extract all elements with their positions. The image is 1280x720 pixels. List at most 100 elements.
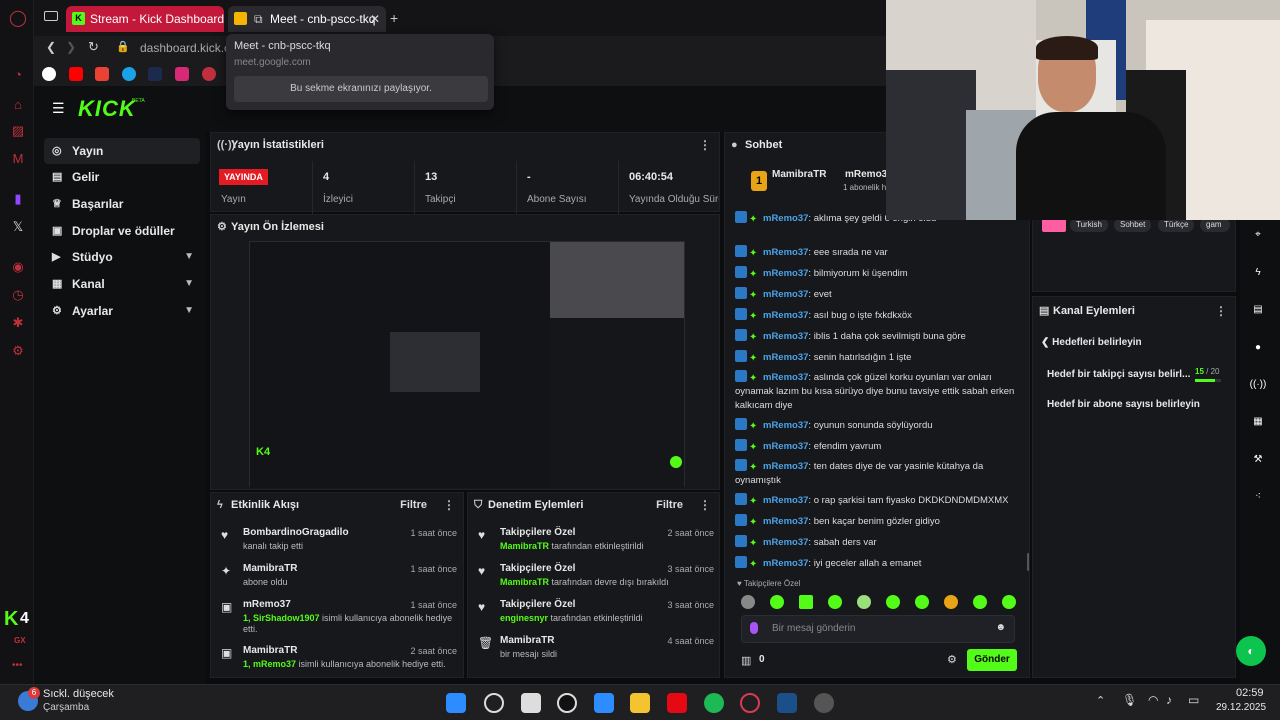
tag-pill[interactable]: Sohbet [1114,218,1152,232]
store-icon[interactable] [594,693,614,713]
list-item[interactable]: ♥ BombardinoGragadilo kanalı takip etti 1 s… [221,527,457,561]
opera-gx-taskbar-icon[interactable] [740,693,760,713]
forward-icon[interactable]: ❯ [66,40,76,54]
emote-icon[interactable] [799,595,813,609]
chat-scrollbar[interactable] [1027,553,1029,571]
list-item[interactable]: ▣ mRemo37 1, SirShadow1907 isimli kullanıc… [221,599,457,639]
emote-icon[interactable] [973,595,987,609]
opera-logo-icon[interactable]: ◯ [9,10,27,28]
broadcast-icon[interactable]: ((·)) [1247,374,1269,396]
new-tab-button[interactable]: + [390,10,398,26]
goals-back-button[interactable]: ❮ Hedefleri belirleyin [1041,337,1142,348]
emote-icon[interactable] [1002,595,1016,609]
app-taskbar-icon[interactable] [814,693,834,713]
battery-icon[interactable]: ▭ [1188,693,1199,707]
send-button[interactable]: Gönder [967,649,1017,671]
note-icon[interactable]: ▤ [1247,299,1269,321]
list-item[interactable]: 🗑 MamibraTR bir mesajı sildi 4 saat önce [478,635,714,669]
obs-icon[interactable] [557,693,577,713]
emoji-icon[interactable]: ☻ [995,622,1006,633]
ban-icon[interactable]: ▨ [9,122,27,140]
top-gifter-1[interactable]: MamibraTR [772,169,826,180]
nav-droplar[interactable]: ▣ Droplar ve ödüller [44,218,200,244]
instagram-icon[interactable] [175,67,189,81]
layers-icon[interactable]: ▦ [1247,411,1269,433]
emote-icon[interactable] [857,595,871,609]
emote-icon[interactable] [886,595,900,609]
news-icon[interactable]: ⌂ [9,96,27,114]
spotify-icon[interactable] [704,693,724,713]
speed-dial-icon[interactable]: ◔ [9,66,27,84]
twitch-icon[interactable]: ▮ [9,190,27,208]
browser-icon[interactable] [122,67,136,81]
nav-yayin[interactable]: ◎ Yayın [44,138,200,164]
google-icon[interactable] [42,67,56,81]
nav-kanal[interactable]: ▦ Kanal ▼ [44,271,200,297]
chat-bubble-icon[interactable]: ● [1247,337,1269,359]
list-item[interactable]: ♥ Takipçilere Özel MamibraTR tarafından et… [478,527,714,561]
menu-icon[interactable]: ☰ [52,100,65,117]
chat-input[interactable]: Bir mesaj gönderin ☻ [741,615,1015,643]
url-text[interactable]: dashboard.kick.c [140,41,230,55]
filter-button[interactable]: Filtre [656,493,683,517]
mic-icon[interactable] [750,622,758,634]
steam-icon[interactable] [777,693,797,713]
tab-list-icon[interactable] [44,11,58,21]
apps-icon[interactable]: ⁖ [1247,486,1269,508]
tag-pill[interactable]: Türkçe [1158,218,1195,232]
app-icon[interactable] [148,67,162,81]
nav-studyo[interactable]: ▶ Stüdyo ▼ [44,244,200,270]
scan-icon[interactable]: ⌖ [1247,224,1269,246]
nav-gelir[interactable]: ▤ Gelir [44,164,200,190]
player-icon[interactable]: ◉ [9,258,27,276]
emote-icon[interactable] [828,595,842,609]
list-item[interactable]: ▣ MamibraTR 1, mRemo37 isimli kullanıcıya … [221,645,457,677]
nav-basarilar[interactable]: ♕ Başarılar [44,191,200,217]
more-options-icon[interactable]: ⋮ [443,493,455,517]
windows-start-icon[interactable] [446,693,466,713]
tab-google-meet[interactable]: ⧉ Meet - cnb-pscc-tkq ✕ [228,6,386,32]
more-options-icon[interactable]: ⋮ [699,133,711,157]
search-icon[interactable] [484,693,504,713]
list-item[interactable]: ♥ Takipçilere Özel enginesnyr tarafından e… [478,599,714,633]
wifi-icon[interactable]: ◠ [1148,693,1158,707]
chevron-up-icon[interactable]: ⌃ [1096,694,1105,707]
nav-ayarlar[interactable]: ⚙ Ayarlar ▼ [44,298,200,324]
more-options-icon[interactable]: ⋮ [1215,299,1227,323]
file-explorer-icon[interactable] [630,693,650,713]
list-item[interactable]: ♥ Takipçilere Özel MamibraTR tarafından de… [478,563,714,597]
more-options-icon[interactable]: ⋮ [699,493,711,517]
tag-pill[interactable]: gam [1200,218,1230,232]
more-icon[interactable]: ••• [12,660,23,671]
preview-video[interactable]: K4 [249,241,685,488]
settings-icon[interactable]: ⚙ [9,342,27,360]
extensions-icon[interactable]: ✱ [9,314,27,332]
weather-title[interactable]: Sıckl. düşecek [43,688,114,700]
points-icon[interactable]: ▥ [741,654,751,667]
emote-icon[interactable] [770,595,784,609]
bolt-icon[interactable]: ϟ [1247,262,1269,284]
gmail-sidebar-icon[interactable]: M [9,150,27,168]
emote-icon[interactable] [944,595,958,609]
microphone-icon[interactable]: 🎙 [1122,693,1137,707]
filter-button[interactable]: Filtre [400,493,427,517]
netflix-icon[interactable] [667,693,687,713]
clock-time[interactable]: 02:59 [1236,687,1264,699]
tag-pill[interactable]: Turkish [1070,218,1108,232]
back-icon[interactable]: ❮ [46,40,56,54]
volume-icon[interactable]: ♪ [1166,693,1172,707]
emote-icon[interactable] [741,595,755,609]
list-item[interactable]: ✦ MamibraTR abone oldu 1 saat önce [221,563,457,597]
follower-goal[interactable]: Hedef bir takipçi sayısı belirl... [1047,369,1190,380]
close-tab-icon[interactable]: ✕ [370,6,380,32]
gmail-icon[interactable] [95,67,109,81]
kick-logo[interactable]: KICK [78,96,136,122]
wrench-icon[interactable]: ⚒ [1247,449,1269,471]
x-twitter-icon[interactable]: 𝕏 [9,218,27,236]
emote-icon[interactable] [915,595,929,609]
support-icon[interactable]: ◐ [1236,636,1266,666]
subscriber-goal[interactable]: Hedef bir abone sayısı belirleyin [1047,399,1200,410]
youtube-icon[interactable] [69,67,83,81]
tab-kick-dashboard[interactable]: K Stream - Kick Dashboard [66,6,224,32]
chat-settings-icon[interactable]: ⚙ [947,653,957,666]
